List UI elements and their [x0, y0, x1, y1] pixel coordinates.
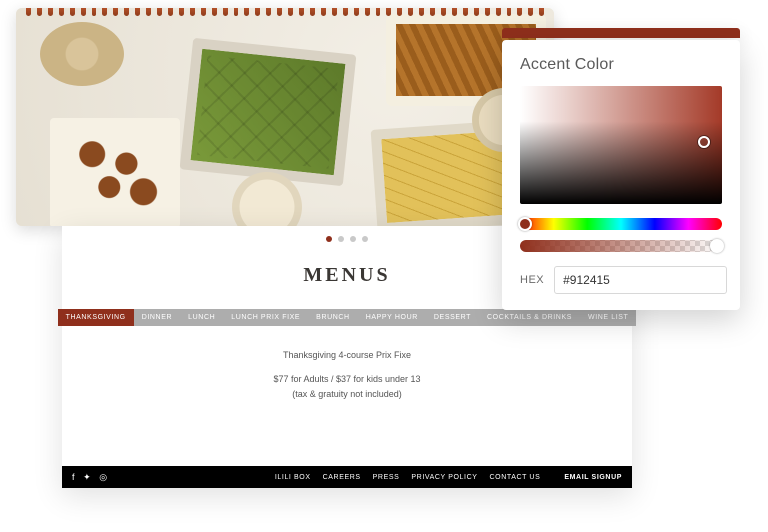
- social-icons[interactable]: f ✦ ◎: [72, 472, 108, 483]
- menu-body-line3: (tax & gratuity not included): [62, 387, 632, 401]
- menu-body-line2: $77 for Adults / $37 for kids under 13: [62, 372, 632, 386]
- cards-label: CARDS: [0, 52, 496, 61]
- footer-links: ILILI BOX CAREERS PRESS PRIVACY POLICY CONTA…: [275, 474, 541, 481]
- carousel-dot[interactable]: [326, 236, 332, 242]
- footer-link[interactable]: PRIVACY POLICY: [411, 474, 477, 481]
- menu-tab[interactable]: BRUNCH: [308, 309, 358, 326]
- spiral-binding-icon: [26, 8, 544, 16]
- hero-image: [16, 8, 554, 226]
- menu-body-line1: Thanksgiving 4-course Prix Fixe: [62, 348, 632, 362]
- color-map[interactable]: [520, 86, 722, 204]
- alpha-slider[interactable]: [520, 240, 722, 252]
- color-picker: Accent Color HEX: [502, 40, 740, 310]
- menu-tabs: THANKSGIVINGDINNERLUNCHLUNCH PRIX FIXEBR…: [62, 309, 632, 326]
- alpha-slider-knob[interactable]: [710, 239, 724, 253]
- menu-tab[interactable]: HAPPY HOUR: [358, 309, 426, 326]
- hex-input[interactable]: [554, 266, 727, 294]
- color-map-handle[interactable]: [698, 136, 710, 148]
- instagram-icon[interactable]: ◎: [99, 472, 107, 483]
- twitter-icon[interactable]: ✦: [83, 472, 91, 483]
- facebook-icon[interactable]: f: [72, 472, 75, 483]
- footer-link[interactable]: PRESS: [373, 474, 400, 481]
- menu-tab[interactable]: DESSERT: [426, 309, 479, 326]
- menu-tab[interactable]: WINE LIST: [580, 309, 636, 326]
- hue-slider[interactable]: [520, 218, 722, 230]
- email-signup-button[interactable]: EMAIL SIGNUP: [564, 474, 622, 481]
- menu-tab[interactable]: LUNCH: [180, 309, 223, 326]
- menu-tab[interactable]: LUNCH PRIX FIXE: [223, 309, 308, 326]
- menu-tab[interactable]: DINNER: [134, 309, 180, 326]
- hue-slider-knob[interactable]: [518, 217, 532, 231]
- footer-link[interactable]: ILILI BOX: [275, 474, 311, 481]
- carousel-dot[interactable]: [350, 236, 356, 242]
- menu-body: Thanksgiving 4-course Prix Fixe $77 for …: [62, 348, 632, 401]
- footer-link[interactable]: CAREERS: [323, 474, 361, 481]
- carousel-dot[interactable]: [338, 236, 344, 242]
- picker-title: Accent Color: [520, 56, 722, 74]
- menu-tab[interactable]: THANKSGIVING: [58, 309, 134, 326]
- food-scene: [16, 8, 554, 226]
- footer-link[interactable]: CONTACT US: [490, 474, 541, 481]
- hex-label: HEX: [520, 274, 544, 286]
- carousel-dot[interactable]: [362, 236, 368, 242]
- menu-tab[interactable]: COCKTAILS & DRINKS: [479, 309, 580, 326]
- accent-preview-bar: [502, 28, 740, 38]
- site-footer: f ✦ ◎ ILILI BOX CAREERS PRESS PRIVACY POLIC…: [62, 466, 632, 488]
